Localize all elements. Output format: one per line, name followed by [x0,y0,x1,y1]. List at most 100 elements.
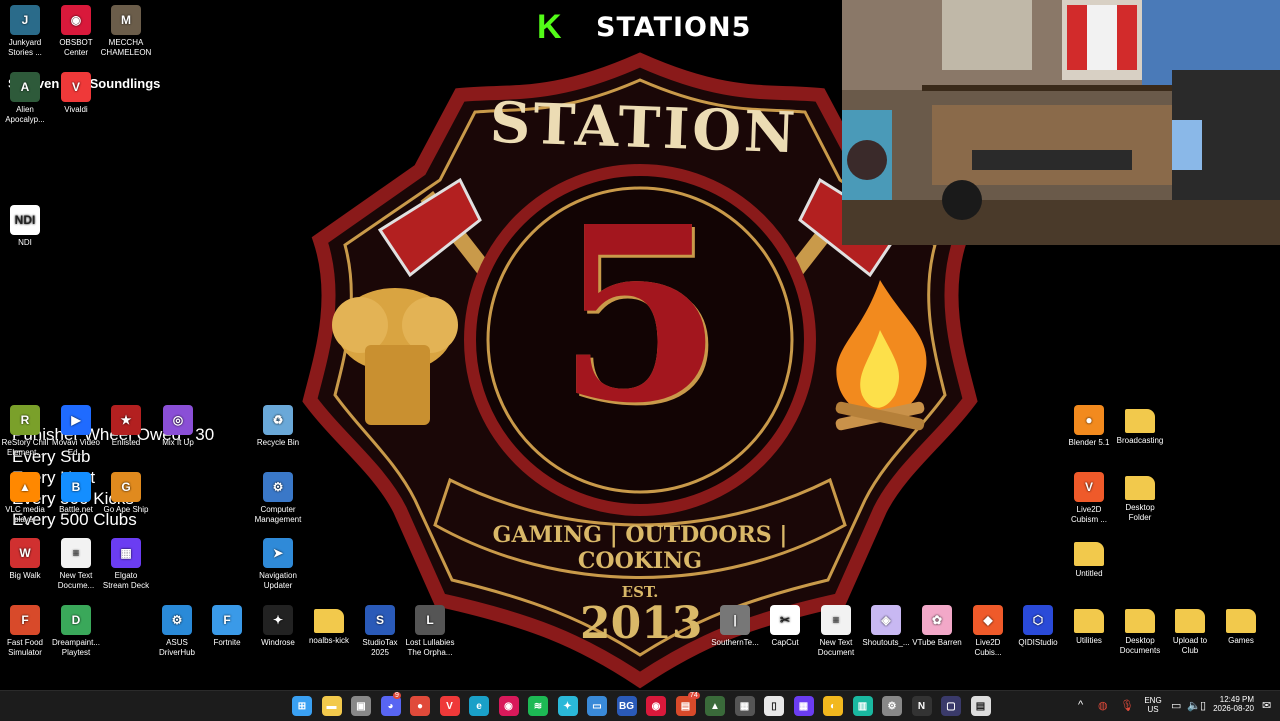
app-icon[interactable]: ▤ [675,696,696,716]
obsbot-icon[interactable]: ◉ [646,696,666,716]
desktop-icon-label: Go Ape Ship [103,505,149,514]
recycle-bin-icon: ♻ [263,405,293,435]
webcam-feed [842,0,1280,245]
bg-icon[interactable]: BG [616,696,637,716]
game-icon: W [10,538,40,568]
desktop-icon[interactable]: ⚙ Computer Management [248,472,308,525]
desktop-icon-label: Computer Management [254,505,302,524]
folder-icon [1074,542,1104,566]
folder-icon [1175,609,1205,633]
network-icon[interactable]: ◍ [1098,699,1108,712]
navigation-icon: ➤ [263,538,293,568]
desktop-icon-label: Elgato Stream Deck [102,571,150,590]
ndi-icon: NDI [10,205,40,235]
desktop-icon-label: Desktop Folder [1125,503,1155,522]
app-icon[interactable]: ◉ [498,696,519,716]
app-icon[interactable]: ◐ [823,696,843,716]
file-explorer-icon[interactable]: ▬ [321,696,342,716]
game-icon: D [61,605,91,635]
app-icon[interactable]: ▦ [793,696,814,716]
calculator-icon[interactable]: ▦ [734,696,755,716]
ndi-icon[interactable]: N [911,696,932,716]
desktop-icon-label: MECCHA CHAMELEON [100,38,152,57]
desktop-icon-label: Dreampaint... Playtest [51,638,101,657]
show-hidden-icons[interactable]: ^ [1078,699,1083,711]
desktop-icon[interactable]: ♻ Recycle Bin [248,405,308,448]
notepad-icon[interactable]: ▯ [764,696,784,716]
desktop-icon[interactable]: L Lost Lullabies The Orpha... [400,605,460,658]
app-icon[interactable]: ▤ [970,696,991,716]
desktop-icon-label: Untitled [1075,569,1103,578]
vivaldi-icon: V [61,72,91,102]
desktop-icon-label: Games [1228,636,1254,645]
desktop-icon[interactable]: ★ Enlisted [96,405,156,448]
app-icon[interactable]: ▢ [941,696,961,716]
folder-icon [1125,609,1155,633]
store-icon[interactable]: ▣ [351,696,371,716]
desktop-icon[interactable]: M MECCHA CHAMELEON [96,5,156,58]
desktop-icon[interactable]: NDI NDI [0,205,55,248]
clock-date: 2026-08-20 [1213,704,1254,713]
app-icon[interactable]: ▲ [705,696,725,716]
desktop-icon[interactable]: ▦ Elgato Stream Deck [96,538,156,591]
game-icon: M [111,5,141,35]
desktop-icon[interactable]: ◎ Mix It Up [148,405,208,448]
wifi-icon[interactable]: ▭ [1171,699,1181,712]
shoutouts-icon: ◈ [871,605,901,635]
language-label: ENG [1144,696,1162,705]
start-icon[interactable]: ⊞ [292,696,312,716]
vlc-icon: ▲ [10,472,40,502]
mixitup-icon: ◎ [163,405,193,435]
game-icon: L [415,605,445,635]
qidi-icon: ⬡ [1023,605,1053,635]
desktop-icon[interactable]: Desktop Folder [1110,472,1170,523]
enlisted-icon: ★ [111,405,141,435]
battlenet-icon: B [61,472,91,502]
settings-icon[interactable]: ⚙ [882,696,902,716]
desktop-icon[interactable]: ➤ Navigation Updater [248,538,308,591]
folder-icon [1074,609,1104,633]
desktop-icon-label: Recycle Bin [256,438,300,447]
app-icon[interactable]: ▭ [587,696,607,716]
game-icon: A [10,72,40,102]
language-indicator[interactable]: ENG US [1142,696,1164,714]
discord-icon[interactable]: ◕ [380,696,401,716]
chrome-icon[interactable]: ● [410,696,430,716]
vivaldi-icon[interactable]: V [439,696,460,716]
audio-icon[interactable]: ▥ [852,696,873,716]
edge-icon[interactable]: e [469,696,489,716]
live2d-icon: V [1074,472,1104,502]
vtube-icon: ✿ [922,605,952,635]
folder-icon [1125,476,1155,500]
computer-management-icon: ⚙ [263,472,293,502]
clock-time: 12:49 PM [1219,695,1254,704]
desktop-icon-label: Navigation Updater [259,571,297,590]
spotify-icon[interactable]: ≋ [528,696,548,716]
blender-icon: ● [1074,405,1104,435]
streamdeck-icon: ▦ [111,538,141,568]
discord-badge: 9 [393,692,401,699]
folder-icon [1125,409,1155,433]
desktop-icon-label: Mix It Up [162,438,194,447]
desktop-icon-label: Broadcasting [1116,436,1164,445]
volume-icon[interactable]: 🔈 [1187,699,1201,712]
desktop-icon[interactable]: D Dreampaint... Playtest [46,605,106,658]
desktop-icon[interactable]: Untitled [1059,538,1119,579]
game-icon: R [10,405,40,435]
desktop-icon[interactable]: V Vivaldi [46,72,106,115]
desktop-icon[interactable]: G Go Ape Ship [96,472,156,515]
desktop-icon[interactable]: Broadcasting [1110,405,1170,446]
emblem-number: 5 [556,174,724,456]
app-icon[interactable]: ✦ [557,696,578,716]
clock[interactable]: 12:49 PM 2026-08-20 [1204,695,1254,713]
asus-icon: ⚙ [162,605,192,635]
stream-title: STATION5 [596,12,752,43]
notification-icon[interactable]: ✉ [1262,699,1271,712]
kick-logo-icon: K [537,10,567,44]
text-document-icon: ≡ [61,538,91,568]
desktop-icon[interactable]: Games [1211,605,1271,646]
desktop-icon-label: Enlisted [111,438,141,447]
app-badge: 74 [688,692,700,699]
live2d-icon: ◆ [973,605,1003,635]
microphone-icon[interactable]: 🎙 [1120,699,1134,712]
